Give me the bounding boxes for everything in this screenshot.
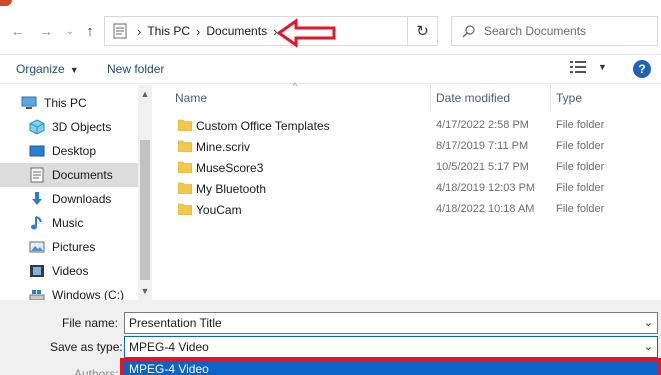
- nav-item-pictures[interactable]: Pictures: [0, 235, 138, 259]
- command-bar: Organize ▼ New folder ▼ ?: [0, 54, 661, 84]
- file-name-field[interactable]: Presentation Title ⌄: [124, 312, 658, 334]
- file-name: YouCam: [196, 203, 242, 217]
- folder-icon: [178, 119, 192, 131]
- folder-icon: [178, 203, 192, 215]
- change-view-button[interactable]: ▼: [570, 61, 607, 73]
- title-bar: [0, 0, 661, 12]
- up-arrow-icon[interactable]: ↑: [80, 20, 100, 42]
- file-name: Mine.scriv: [196, 140, 251, 154]
- file-date: 10/5/2021 5:17 PM: [436, 161, 529, 173]
- new-folder-button[interactable]: New folder: [107, 62, 164, 76]
- folder-icon: [178, 182, 192, 194]
- table-row[interactable]: Mine.scriv 8/17/2019 7:11 PM File folder: [160, 136, 661, 157]
- breadcrumb-documents[interactable]: Documents: [206, 24, 267, 38]
- file-type: File folder: [556, 140, 605, 152]
- help-button[interactable]: ?: [633, 60, 651, 78]
- scroll-down-icon[interactable]: ▼: [138, 284, 152, 298]
- nav-item-documents[interactable]: Documents: [0, 163, 138, 187]
- table-row[interactable]: Custom Office Templates 4/17/2022 2:58 P…: [160, 115, 661, 136]
- column-header-name[interactable]: Name: [175, 85, 425, 111]
- breadcrumb-chevron-icon[interactable]: ›: [137, 24, 141, 39]
- nav-item-videos[interactable]: Videos: [0, 259, 138, 283]
- breadcrumb-this-pc[interactable]: This PC: [147, 24, 190, 38]
- pc-icon: [20, 95, 38, 111]
- save-form: File name: Presentation Title ⌄ Save as …: [0, 300, 661, 375]
- column-header-type[interactable]: Type: [556, 85, 656, 111]
- search-box[interactable]: Search Documents: [451, 16, 658, 46]
- nav-item-label: Videos: [52, 264, 89, 278]
- scroll-up-icon[interactable]: ▲: [138, 87, 152, 101]
- desktop-icon: [28, 143, 46, 159]
- details-view-icon: [570, 61, 586, 73]
- nav-item-this-pc[interactable]: This PC: [0, 91, 138, 115]
- nav-item-label: 3D Objects: [52, 120, 112, 134]
- table-row[interactable]: MuseScore3 10/5/2021 5:17 PM File folder: [160, 157, 661, 178]
- pictures-icon: [28, 239, 46, 255]
- dropdown-option-mpeg4[interactable]: MPEG-4 Video: [120, 358, 661, 375]
- refresh-button[interactable]: ↻: [408, 16, 438, 46]
- forward-arrow-icon[interactable]: →: [36, 20, 56, 42]
- red-arrow-annotation-icon: [276, 18, 336, 48]
- nav-item-label: This PC: [44, 96, 87, 110]
- file-name: MuseScore3: [196, 161, 264, 175]
- nav-item-music[interactable]: Music: [0, 211, 138, 235]
- folder-icon: [178, 140, 192, 152]
- save-as-dialog: ← → ⌄ ↑ › This PC › Documents › ↻ Search…: [0, 0, 661, 375]
- nav-item-label: Downloads: [52, 192, 112, 206]
- documents-location-icon: [109, 17, 131, 45]
- nav-item-downloads[interactable]: Downloads: [0, 187, 138, 211]
- breadcrumb-chevron-icon[interactable]: ›: [196, 24, 200, 39]
- nav-item-label: Music: [52, 216, 84, 230]
- file-date: 4/17/2022 2:58 PM: [436, 119, 529, 131]
- column-header-date-modified[interactable]: Date modified: [436, 85, 548, 111]
- download-arrow-icon: [28, 191, 46, 207]
- folder-icon: [178, 161, 192, 173]
- address-bar[interactable]: › This PC › Documents ›: [104, 16, 408, 46]
- nav-item-label: Documents: [52, 168, 113, 182]
- authors-label: Authors:: [74, 367, 119, 375]
- file-name-value: Presentation Title: [129, 316, 222, 330]
- music-note-icon: [28, 215, 46, 231]
- nav-item-3d-objects[interactable]: 3D Objects: [0, 115, 138, 139]
- scroll-thumb[interactable]: [140, 140, 150, 280]
- file-type: File folder: [556, 161, 605, 173]
- search-input[interactable]: Search Documents: [484, 24, 586, 38]
- file-type: File folder: [556, 119, 605, 131]
- file-date: 4/18/2019 12:03 PM: [436, 182, 536, 194]
- search-icon: [452, 24, 484, 38]
- nav-scrollbar[interactable]: ▲ ▼: [138, 85, 152, 300]
- nav-item-desktop[interactable]: Desktop: [0, 139, 138, 163]
- column-divider[interactable]: [430, 85, 431, 111]
- cube-icon: [28, 119, 46, 135]
- file-list: ^ Name Date modified Type Custom Office …: [160, 81, 661, 300]
- file-name-label: File name:: [62, 316, 119, 330]
- back-arrow-icon[interactable]: ←: [8, 20, 28, 42]
- file-name: My Bluetooth: [196, 182, 267, 196]
- app-logo-icon: [0, 0, 12, 6]
- navigation-pane: This PC 3D Objects Desktop Documents Dow…: [0, 85, 152, 302]
- file-name: Custom Office Templates: [196, 119, 330, 133]
- recent-locations-chevron-icon[interactable]: ⌄: [60, 20, 80, 42]
- film-icon: [28, 263, 46, 279]
- save-as-type-value: MPEG-4 Video: [129, 340, 209, 354]
- caret-down-icon: ▼: [598, 62, 607, 72]
- table-row[interactable]: YouCam 4/18/2022 10:18 AM File folder: [160, 199, 661, 220]
- save-as-type-select[interactable]: MPEG-4 Video ⌄: [124, 336, 658, 358]
- file-date: 4/18/2022 10:18 AM: [436, 203, 535, 215]
- file-date: 8/17/2019 7:11 PM: [436, 140, 529, 152]
- nav-item-label: Desktop: [52, 144, 97, 158]
- save-as-type-label: Save as type:: [50, 340, 123, 354]
- organize-button[interactable]: Organize ▼: [16, 62, 79, 76]
- table-row[interactable]: My Bluetooth 4/18/2019 12:03 PM File fol…: [160, 178, 661, 199]
- caret-down-icon: ▼: [69, 65, 79, 75]
- file-type: File folder: [556, 182, 605, 194]
- organize-label: Organize: [16, 62, 65, 76]
- column-divider[interactable]: [550, 85, 551, 111]
- chevron-down-icon[interactable]: ⌄: [644, 340, 653, 353]
- file-type: File folder: [556, 203, 605, 215]
- chevron-down-icon[interactable]: ⌄: [644, 316, 653, 329]
- nav-item-label: Pictures: [52, 240, 96, 254]
- documents-icon: [28, 167, 46, 183]
